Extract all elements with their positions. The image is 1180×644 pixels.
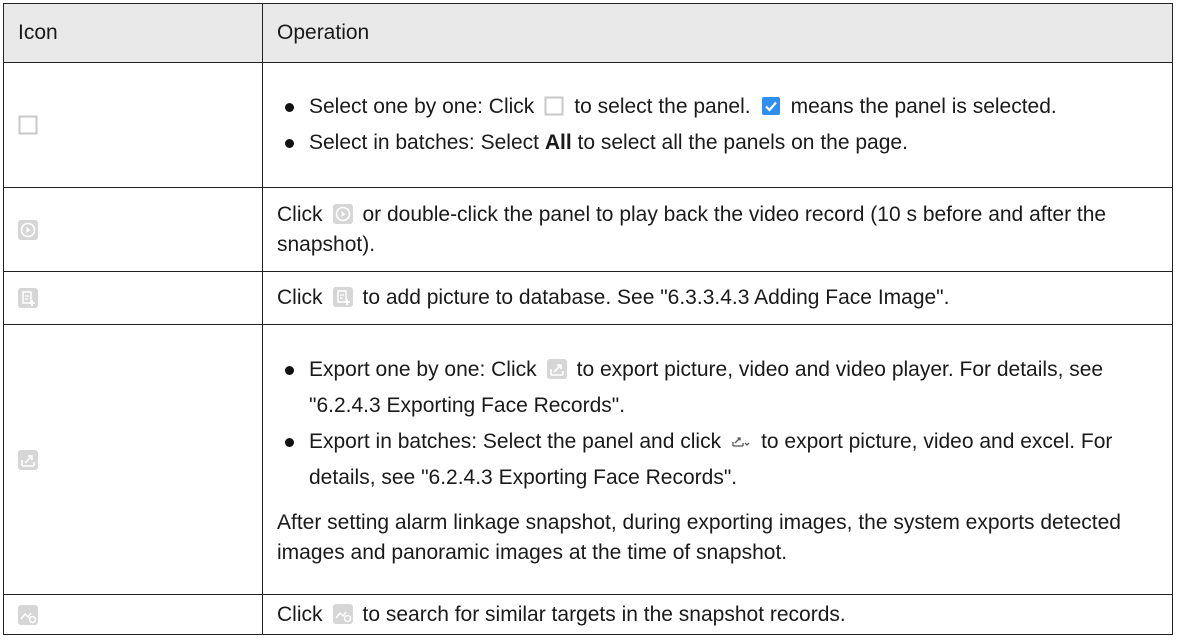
list-item: Export one by one: Click to export pictur… xyxy=(285,352,1158,424)
checkbox-icon xyxy=(544,96,564,116)
add-to-database-icon xyxy=(18,288,38,308)
operation-cell: Click to search for similar targets in th… xyxy=(262,594,1173,635)
header-operation: Operation xyxy=(262,3,1173,63)
header-icon: Icon xyxy=(3,3,263,63)
table-header-row: Icon Operation xyxy=(3,3,1173,63)
operation-cell: Click or double-click the panel to play b… xyxy=(262,187,1173,272)
table-row: Export one by one: Click to export pictur… xyxy=(3,324,1173,595)
note-paragraph: After setting alarm linkage snapshot, du… xyxy=(277,510,1121,564)
operation-cell: Click to add picture to database. See "6.… xyxy=(262,271,1173,325)
list-item: Select one by one: Click to select the pa… xyxy=(285,89,1158,125)
operation-cell: Select one by one: Click to select the pa… xyxy=(262,62,1173,188)
search-similar-icon xyxy=(18,604,38,625)
icon-cell xyxy=(3,324,263,595)
icon-cell xyxy=(3,187,263,272)
playback-icon xyxy=(332,203,353,224)
bullet-list: Export one by one: Click to export pictur… xyxy=(277,352,1158,496)
export-icon xyxy=(546,358,567,379)
add-to-database-icon xyxy=(332,287,353,307)
export-dropdown-icon xyxy=(732,436,750,447)
table-row: Select one by one: Click to select the pa… xyxy=(3,62,1173,188)
table-row: Click to add picture to database. See "6.… xyxy=(3,271,1173,325)
icon-cell xyxy=(3,62,263,188)
search-similar-icon xyxy=(332,603,353,624)
list-item: Export in batches: Select the panel and … xyxy=(285,424,1158,496)
export-icon xyxy=(18,449,38,470)
icon-cell xyxy=(3,594,263,635)
playback-icon xyxy=(18,219,38,240)
icon-operation-table: Icon Operation Select one by one: Click t… xyxy=(3,3,1173,635)
list-item: Select in batches: Select All to select … xyxy=(285,125,1158,161)
table-row: Click to search for similar targets in th… xyxy=(3,594,1173,635)
operation-cell: Export one by one: Click to export pictur… xyxy=(262,324,1173,595)
bullet-list: Select one by one: Click to select the pa… xyxy=(277,89,1158,161)
checkbox-icon xyxy=(18,115,38,135)
checkbox-checked-icon xyxy=(761,97,780,115)
table-row: Click or double-click the panel to play b… xyxy=(3,187,1173,272)
icon-cell xyxy=(3,271,263,325)
